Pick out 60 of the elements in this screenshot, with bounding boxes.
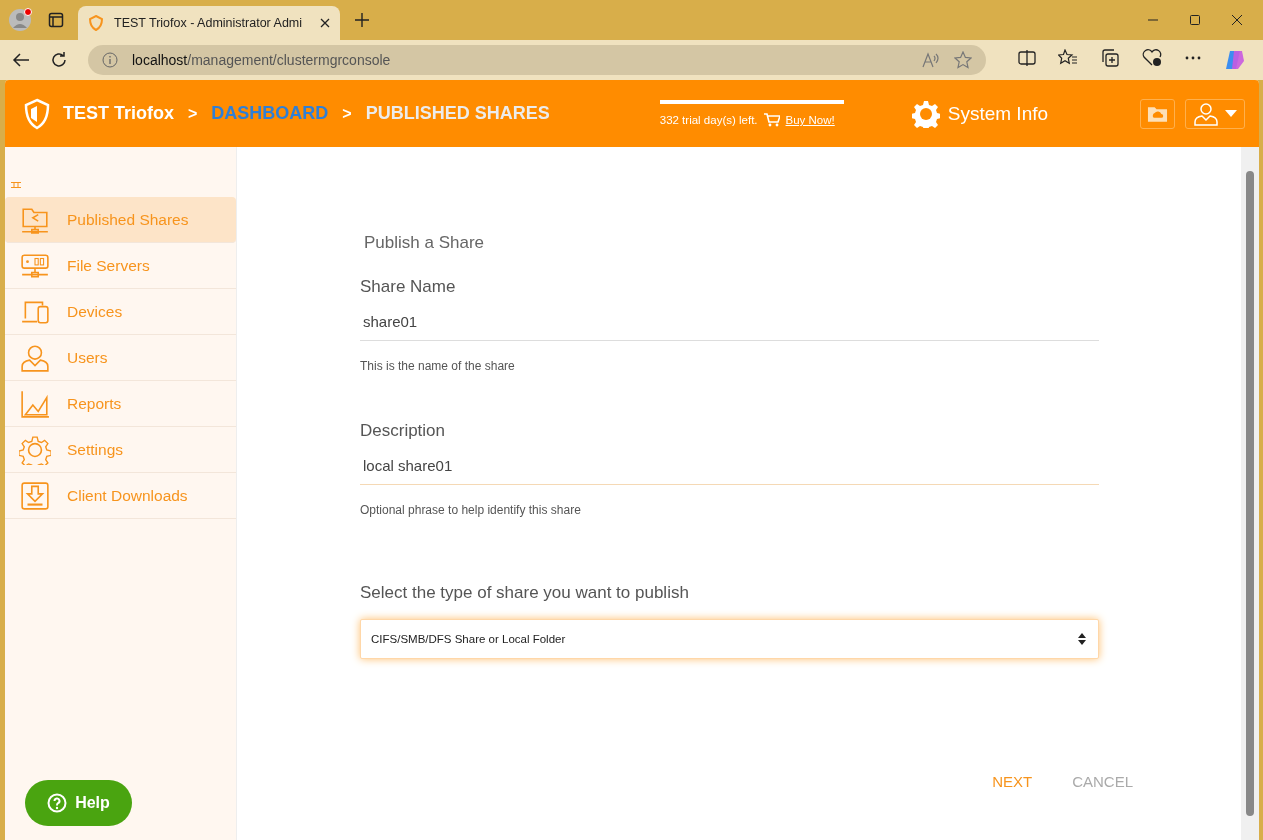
health-icon[interactable] <box>1142 49 1162 67</box>
field-hint: Optional phrase to help identify this share <box>360 503 582 517</box>
tab-title: TEST Triofox - Administrator Admi <box>114 16 304 30</box>
field-hint: This is the name of the share <box>360 359 516 373</box>
scrollbar[interactable] <box>1241 147 1259 840</box>
form-button[interactable]: NEXT <box>992 773 1033 790</box>
maximize-icon[interactable] <box>1189 14 1201 26</box>
user-icon <box>1193 101 1219 126</box>
url-text: localhost/management/clustermgrconsole <box>132 52 392 68</box>
browser-tab[interactable]: TEST Triofox - Administrator Admi <box>78 6 340 40</box>
close-icon[interactable] <box>320 18 330 28</box>
info-icon <box>102 52 118 68</box>
help-button[interactable]: Help <box>25 780 132 826</box>
sidebar-item[interactable]: Published Shares <box>5 197 236 243</box>
sidebar-item[interactable]: Client Downloads <box>5 473 236 519</box>
breadcrumb-separator: > <box>188 104 198 123</box>
cart-icon <box>763 113 780 127</box>
field-label: Share Name <box>360 277 457 297</box>
download-icon <box>19 480 51 511</box>
close-icon[interactable] <box>1231 14 1243 26</box>
sidebar-item[interactable]: Settings <box>5 427 236 473</box>
breadcrumb-item[interactable]: DASHBOARD <box>211 103 329 124</box>
field-label: Description <box>360 421 447 441</box>
refresh-icon[interactable] <box>50 51 68 69</box>
back-icon[interactable] <box>12 52 30 68</box>
address-field[interactable]: localhost/management/clustermgrconsole <box>88 45 986 75</box>
favorites-icon[interactable] <box>1058 49 1078 67</box>
shield-icon <box>88 15 104 31</box>
caret-icon <box>1225 109 1237 118</box>
profile-avatar-icon[interactable] <box>8 7 34 33</box>
cloud-folder-icon <box>1147 104 1168 123</box>
form-title: Publish a Share <box>364 233 486 253</box>
chart-icon <box>19 388 51 419</box>
brand-name: TEST Triofox <box>63 103 174 124</box>
system-info-link[interactable]: System Info <box>947 102 1049 125</box>
text-field[interactable]: local share01 <box>360 457 1099 485</box>
buy-now-link[interactable]: Buy Now! <box>785 114 835 126</box>
read-aloud-icon[interactable] <box>922 52 940 68</box>
breadcrumb-separator: > <box>342 104 352 123</box>
text-field[interactable]: share01 <box>360 313 1099 341</box>
new-tab-icon[interactable] <box>354 12 370 28</box>
sidebar-item[interactable]: File Servers <box>5 243 236 289</box>
collections-icon[interactable] <box>1100 49 1120 67</box>
copilot-icon[interactable] <box>1224 49 1246 71</box>
settings-icon <box>19 434 51 465</box>
breadcrumb-item: PUBLISHED SHARES <box>365 103 550 124</box>
star-icon[interactable] <box>954 51 972 69</box>
sidebar-item[interactable]: Users <box>5 335 236 381</box>
split-screen-icon[interactable] <box>1018 49 1036 67</box>
shield-logo-icon <box>23 97 51 130</box>
sort-arrows-icon <box>1078 633 1086 645</box>
user-icon <box>19 342 51 373</box>
tabs-icon[interactable] <box>48 12 64 28</box>
sidebar-item[interactable]: Devices <box>5 289 236 335</box>
field-label: Select the type of share you want to publish <box>360 583 690 603</box>
trial-days-text: 332 trial day(s) left. <box>659 114 758 126</box>
share-type-dropdown[interactable]: CIFS/SMB/DFS Share or Local Folder <box>360 619 1099 659</box>
form-button[interactable]: CANCEL <box>1072 773 1133 790</box>
sidebar-item[interactable]: Reports <box>5 381 236 427</box>
help-icon <box>47 793 68 813</box>
